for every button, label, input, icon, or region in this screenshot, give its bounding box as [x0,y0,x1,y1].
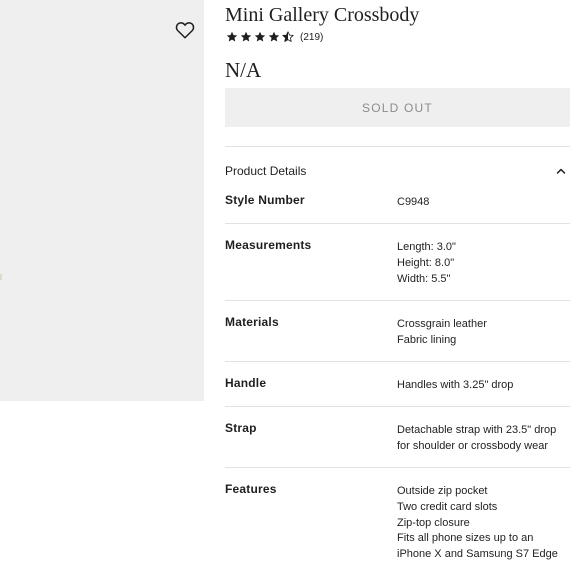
chevron-up-icon [556,168,566,174]
product-title: Mini Gallery Crossbody [225,4,420,26]
divider [225,467,570,468]
detail-value-line: Handles with 3.25" drop [397,379,514,391]
star-icon [268,31,280,42]
detail-value-line: C9948 [397,196,430,208]
star-icon [254,31,266,42]
detail-value-line: Detachable strap with 23.5" drop [397,424,557,436]
detail-value-line: for shoulder or crossbody wear [397,439,549,452]
product-price: N/A [225,58,262,82]
star-icon [240,31,252,42]
detail-label: Materials [225,315,279,329]
detail-value-line: iPhone X and Samsung S7 Edge [397,548,558,561]
detail-label: Strap [225,421,257,435]
star-half-icon [282,31,294,42]
detail-value: Outside zip pocket Two credit card slots… [397,484,572,563]
detail-value-line: Zip-top closure [397,516,470,529]
detail-value-line: Crossgrain leather [397,318,487,330]
detail-label: Features [225,482,277,496]
detail-label: Handle [225,376,267,390]
detail-value-line: Two credit card slots [397,500,498,513]
detail-value-line: Outside zip pocket [397,485,488,497]
detail-value-line: Height: 8.0" [397,256,455,269]
rating[interactable]: (219) [226,31,323,43]
rating-stars [226,31,294,43]
star-icon [226,31,238,42]
detail-value: C9948 [397,195,572,211]
divider [225,406,570,407]
detail-value: Handles with 3.25" drop [397,378,572,394]
detail-value-line: Width: 5.5" [397,272,451,285]
detail-value: Crossgrain leather Fabric lining [397,317,572,349]
detail-label: Measurements [225,238,312,252]
divider [225,146,570,147]
product-details-toggle[interactable]: Product Details [225,162,570,180]
detail-label: Style Number [225,193,305,207]
divider [225,361,570,362]
product-image[interactable] [0,0,204,401]
product-details-heading: Product Details [225,164,307,178]
detail-value: Detachable strap with 23.5" drop for sho… [397,423,572,455]
image-edge-detail [0,274,2,280]
review-count[interactable]: (219) [300,32,323,43]
detail-value-line: Length: 3.0" [397,241,456,253]
heart-icon[interactable] [175,21,195,39]
divider [225,223,570,224]
detail-value-line: Fabric lining [397,333,457,346]
detail-value: Length: 3.0" Height: 8.0" Width: 5.5" [397,240,572,287]
divider [225,300,570,301]
detail-value-line: Fits all phone sizes up to an [397,532,534,545]
sold-out-button[interactable]: SOLD OUT [225,88,570,127]
